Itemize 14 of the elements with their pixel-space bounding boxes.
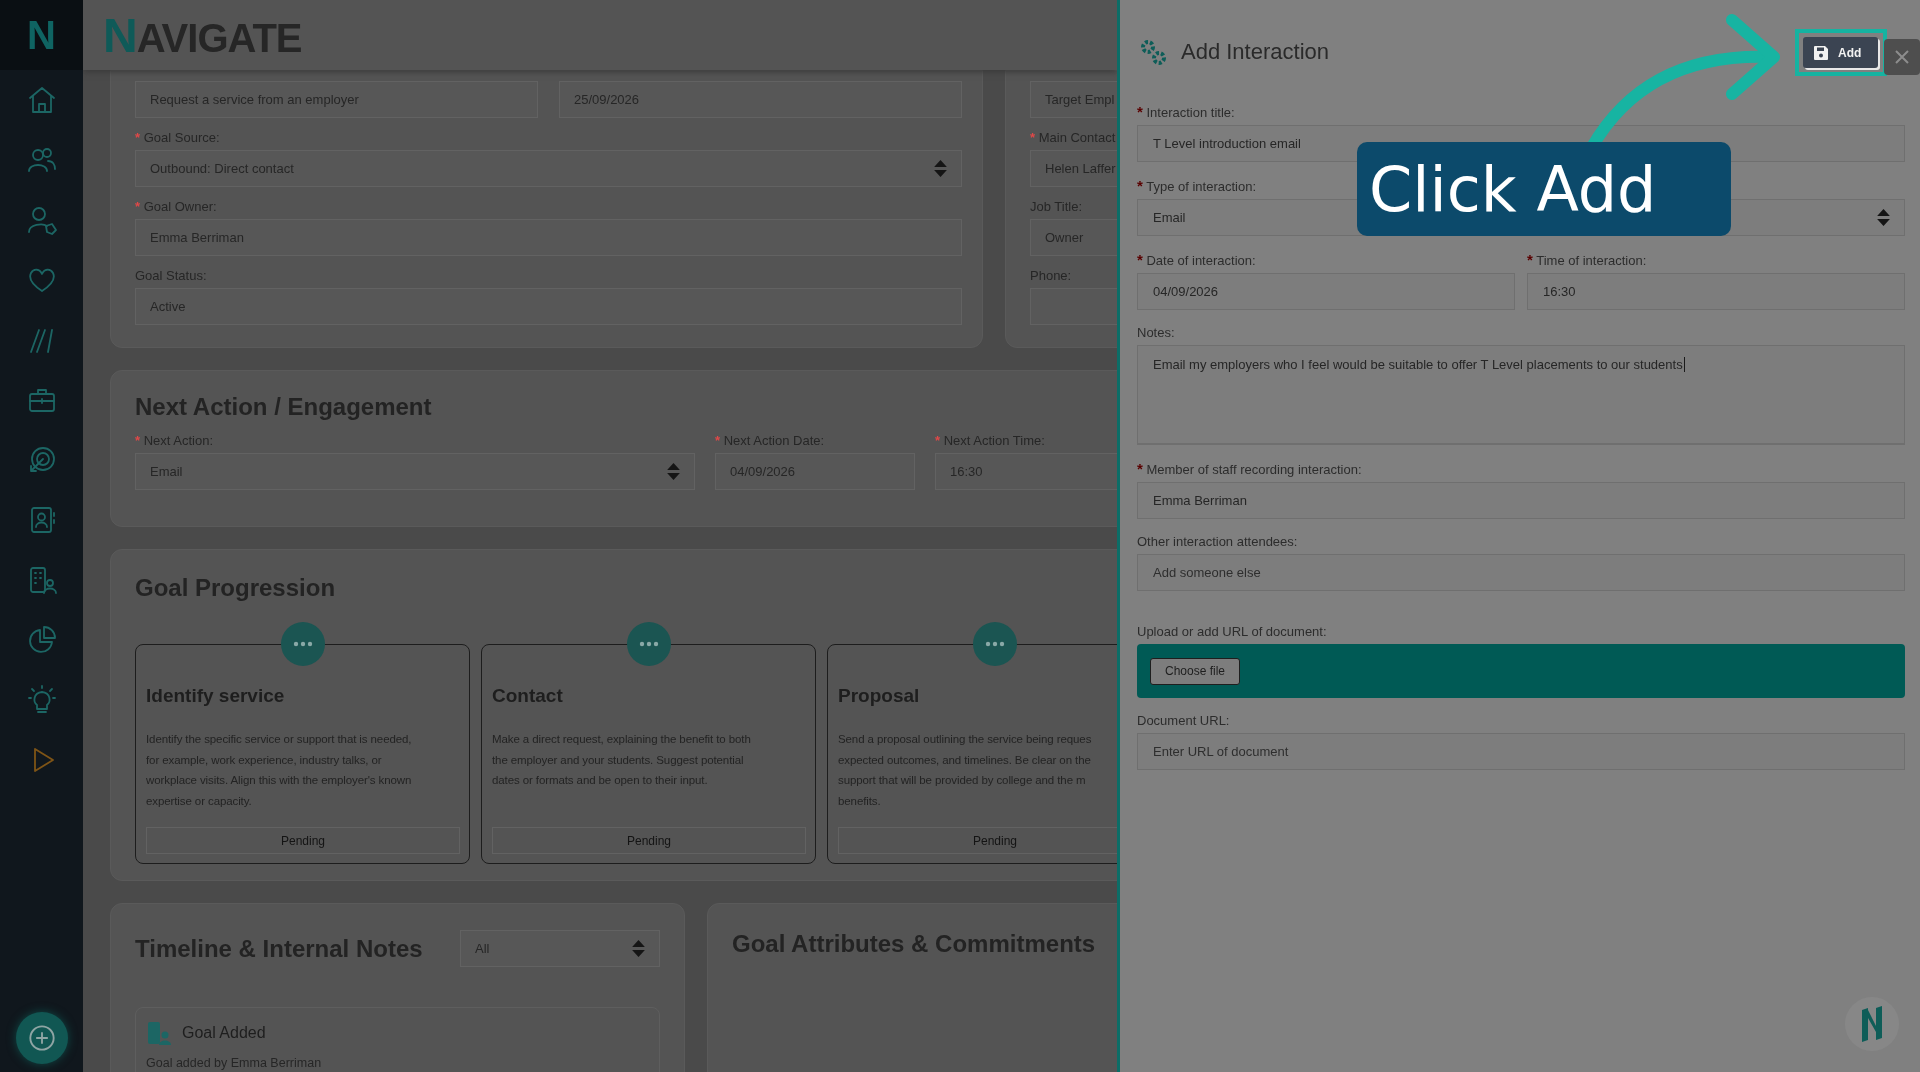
status-field: Pending <box>492 827 806 854</box>
status-field: Pending <box>146 827 460 854</box>
field-label: Document URL: <box>1137 713 1231 728</box>
field-label: Notes: <box>1137 325 1176 340</box>
field-label: * Type of interaction: <box>1137 177 1258 194</box>
field-label: * Interaction title: <box>1137 103 1236 120</box>
field-label: * Date of interaction: <box>1137 251 1257 268</box>
field-label: * Member of staff recording interaction: <box>1137 460 1363 477</box>
field-label: Other interaction attendees: <box>1137 534 1299 549</box>
field-label: Upload or add URL of document: <box>1137 624 1328 639</box>
field-label: * Time of interaction: <box>1527 251 1648 268</box>
status-field: Pending <box>838 827 1117 854</box>
callout-tooltip: Click Add <box>1357 142 1731 236</box>
panel-title: Add Interaction <box>1181 38 1329 65</box>
